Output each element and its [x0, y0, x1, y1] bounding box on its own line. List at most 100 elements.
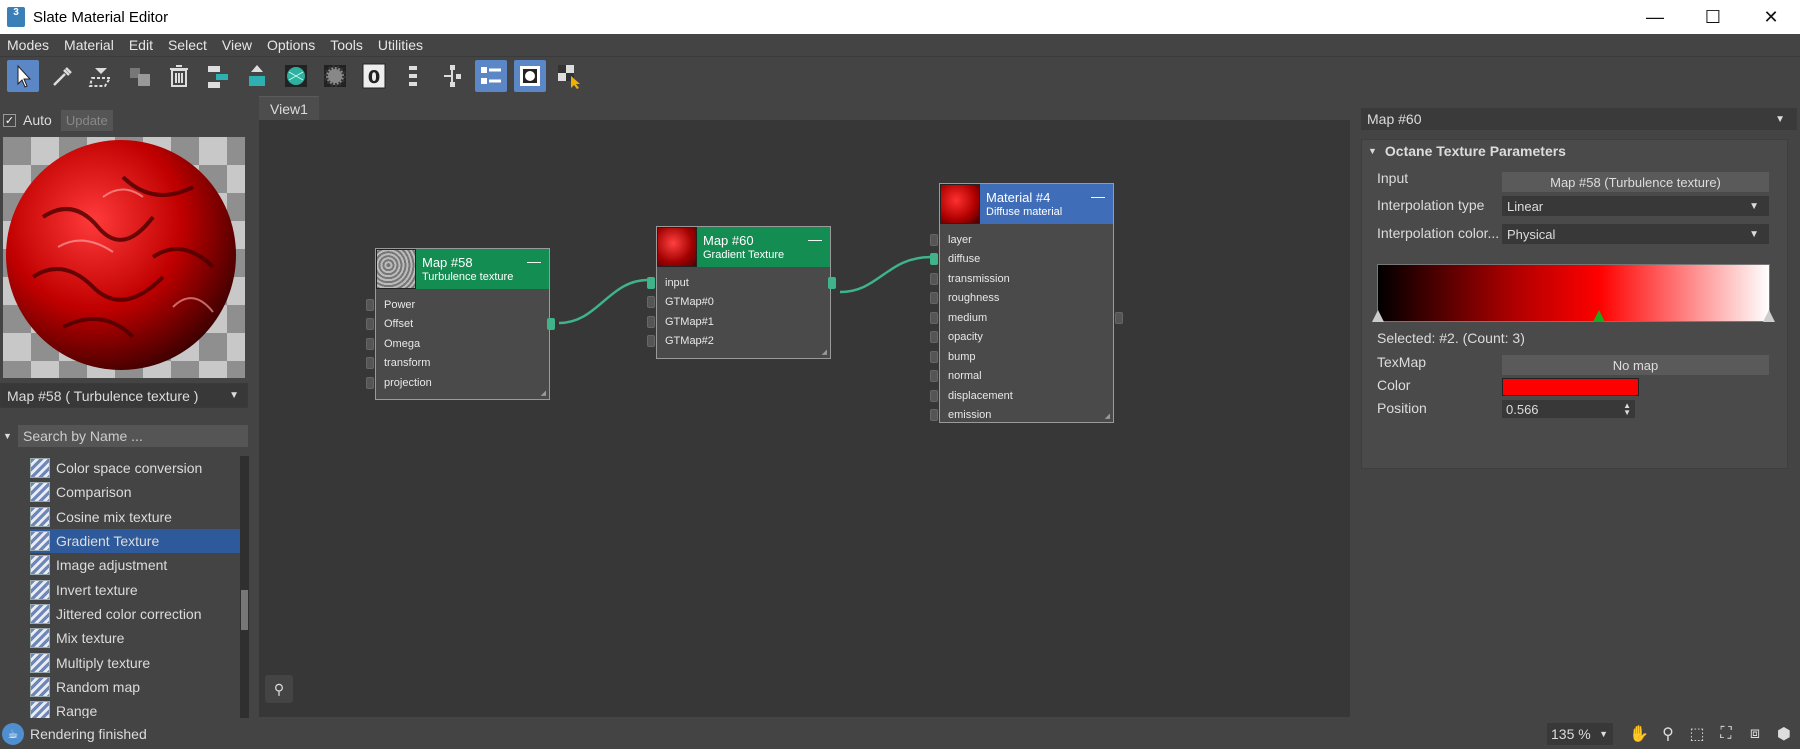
- output-port[interactable]: [828, 276, 836, 289]
- binoculars-icon[interactable]: ⚲: [265, 675, 293, 703]
- menu-edit[interactable]: Edit: [122, 37, 161, 53]
- input-port[interactable]: [930, 311, 938, 324]
- search-input[interactable]: Search by Name ...: [18, 425, 248, 447]
- trash-icon[interactable]: [163, 60, 195, 92]
- gradient-stop[interactable]: [1372, 310, 1384, 322]
- gradient-ramp[interactable]: [1372, 264, 1775, 322]
- move-children-icon[interactable]: [241, 60, 273, 92]
- list-item[interactable]: Mix texture: [30, 626, 240, 650]
- input-port[interactable]: [930, 389, 938, 402]
- list-item[interactable]: Multiply texture: [30, 650, 240, 674]
- input-port[interactable]: [647, 315, 655, 328]
- map-select-dropdown[interactable]: Map #58 ( Turbulence texture ) ▼: [0, 383, 248, 408]
- resize-grip-icon[interactable]: ◢: [1105, 412, 1110, 420]
- list-item[interactable]: Cosine mix texture: [30, 505, 240, 529]
- close-button[interactable]: ✕: [1742, 0, 1800, 34]
- assign-material-icon[interactable]: [85, 60, 117, 92]
- zoom-icon[interactable]: ⚲: [1655, 722, 1681, 746]
- collapse-triangle-icon[interactable]: ▼: [3, 431, 15, 441]
- node-view[interactable]: Map #58 Turbulence texture — Power Offse…: [259, 120, 1350, 717]
- input-port[interactable]: [366, 357, 374, 370]
- list-item[interactable]: Range: [30, 699, 240, 718]
- select-arrow-icon[interactable]: [7, 59, 39, 92]
- input-port[interactable]: [366, 337, 374, 350]
- layout-all-icon[interactable]: [397, 60, 429, 92]
- list-item[interactable]: Invert texture: [30, 577, 240, 601]
- minimize-node-icon[interactable]: —: [527, 253, 541, 269]
- input-port[interactable]: [930, 253, 938, 266]
- node-header[interactable]: Map #58 Turbulence texture —: [376, 249, 549, 289]
- output-port[interactable]: [1115, 311, 1123, 324]
- resize-grip-icon[interactable]: ◢: [822, 348, 827, 356]
- layout-tree-icon[interactable]: [202, 60, 234, 92]
- minimize-node-icon[interactable]: —: [808, 231, 822, 247]
- input-port[interactable]: [647, 296, 655, 309]
- input-port[interactable]: [930, 331, 938, 344]
- menu-modes[interactable]: Modes: [0, 37, 57, 53]
- menu-view[interactable]: View: [215, 37, 260, 53]
- list-item[interactable]: Image adjustment: [30, 553, 240, 577]
- node-material4[interactable]: Material #4 Diffuse material — layer dif…: [930, 183, 1123, 423]
- input-map-button[interactable]: Map #58 (Turbulence texture): [1502, 172, 1769, 192]
- gradient-stop[interactable]: [1763, 310, 1775, 322]
- eyedropper-icon[interactable]: [46, 60, 78, 92]
- auto-checkbox[interactable]: ✓: [3, 113, 16, 127]
- minimize-node-icon[interactable]: —: [1091, 188, 1105, 204]
- interpolation-color-dropdown[interactable]: Physical ▼: [1502, 224, 1769, 244]
- zoom-extents-selected-icon[interactable]: ⧈: [1742, 722, 1768, 746]
- show-map-icon[interactable]: [280, 60, 312, 92]
- parameter-header-dropdown[interactable]: Map #60 ▼: [1361, 108, 1797, 130]
- zoom-extents-icon[interactable]: ⛶: [1713, 722, 1739, 746]
- interpolation-type-dropdown[interactable]: Linear ▼: [1502, 196, 1769, 216]
- menu-utilities[interactable]: Utilities: [371, 37, 431, 53]
- input-port[interactable]: [930, 233, 938, 246]
- gradient-stop-selected[interactable]: [1593, 310, 1606, 322]
- navigator-icon[interactable]: [514, 59, 546, 92]
- output-port[interactable]: [547, 318, 555, 331]
- list-item[interactable]: Comparison: [30, 480, 240, 504]
- node-header[interactable]: Map #60 Gradient Texture —: [657, 227, 830, 267]
- input-port[interactable]: [930, 370, 938, 383]
- menu-options[interactable]: Options: [260, 37, 323, 53]
- input-port[interactable]: [366, 376, 374, 389]
- material-id-icon[interactable]: 0: [358, 60, 390, 92]
- color-swatch[interactable]: [1502, 378, 1639, 396]
- input-port[interactable]: [930, 272, 938, 285]
- position-spinner[interactable]: 0.566 ▲ ▼: [1502, 400, 1635, 418]
- list-item-selected[interactable]: Gradient Texture: [30, 528, 240, 554]
- list-item[interactable]: Jittered color correction: [30, 602, 240, 626]
- tab-view1[interactable]: View1: [259, 96, 319, 120]
- node-map60[interactable]: Map #60 Gradient Texture — input GTMap#0…: [647, 226, 836, 359]
- input-port[interactable]: [647, 276, 655, 289]
- texmap-button[interactable]: No map: [1502, 355, 1769, 375]
- spinner-arrows-icon[interactable]: ▲ ▼: [1623, 402, 1631, 417]
- node-map58[interactable]: Map #58 Turbulence texture — Power Offse…: [366, 248, 555, 400]
- input-port[interactable]: [647, 335, 655, 348]
- delete-material-icon[interactable]: [124, 60, 156, 92]
- input-port[interactable]: [930, 350, 938, 363]
- resize-grip-icon[interactable]: ◢: [541, 389, 546, 397]
- update-button[interactable]: Update: [60, 109, 113, 131]
- scroll-thumb[interactable]: [241, 590, 248, 630]
- input-port[interactable]: [366, 298, 374, 311]
- menu-select[interactable]: Select: [161, 37, 215, 53]
- minimize-button[interactable]: —: [1626, 0, 1684, 34]
- menu-material[interactable]: Material: [57, 37, 122, 53]
- input-port[interactable]: [930, 292, 938, 305]
- zoom-region-icon[interactable]: ⬚: [1684, 722, 1710, 746]
- hide-unused-icon[interactable]: [553, 60, 585, 92]
- menu-tools[interactable]: Tools: [323, 37, 371, 53]
- zoom-extents-all-icon[interactable]: ⬢: [1771, 722, 1797, 746]
- pan-hand-icon[interactable]: ✋: [1626, 722, 1652, 746]
- parameter-editor-icon[interactable]: [475, 59, 507, 92]
- maximize-button[interactable]: ☐: [1684, 0, 1742, 34]
- zoom-dropdown[interactable]: 135 % ▼: [1547, 723, 1613, 745]
- list-item[interactable]: Color space conversion: [30, 456, 240, 480]
- rollout-header[interactable]: ▼ Octane Texture Parameters: [1362, 140, 1787, 162]
- list-item[interactable]: Random map: [30, 675, 240, 699]
- background-checker-icon[interactable]: [319, 60, 351, 92]
- texture-list-scrollbar[interactable]: [240, 456, 249, 718]
- input-port[interactable]: [930, 409, 938, 422]
- input-port[interactable]: [366, 318, 374, 331]
- node-header[interactable]: Material #4 Diffuse material —: [940, 184, 1113, 224]
